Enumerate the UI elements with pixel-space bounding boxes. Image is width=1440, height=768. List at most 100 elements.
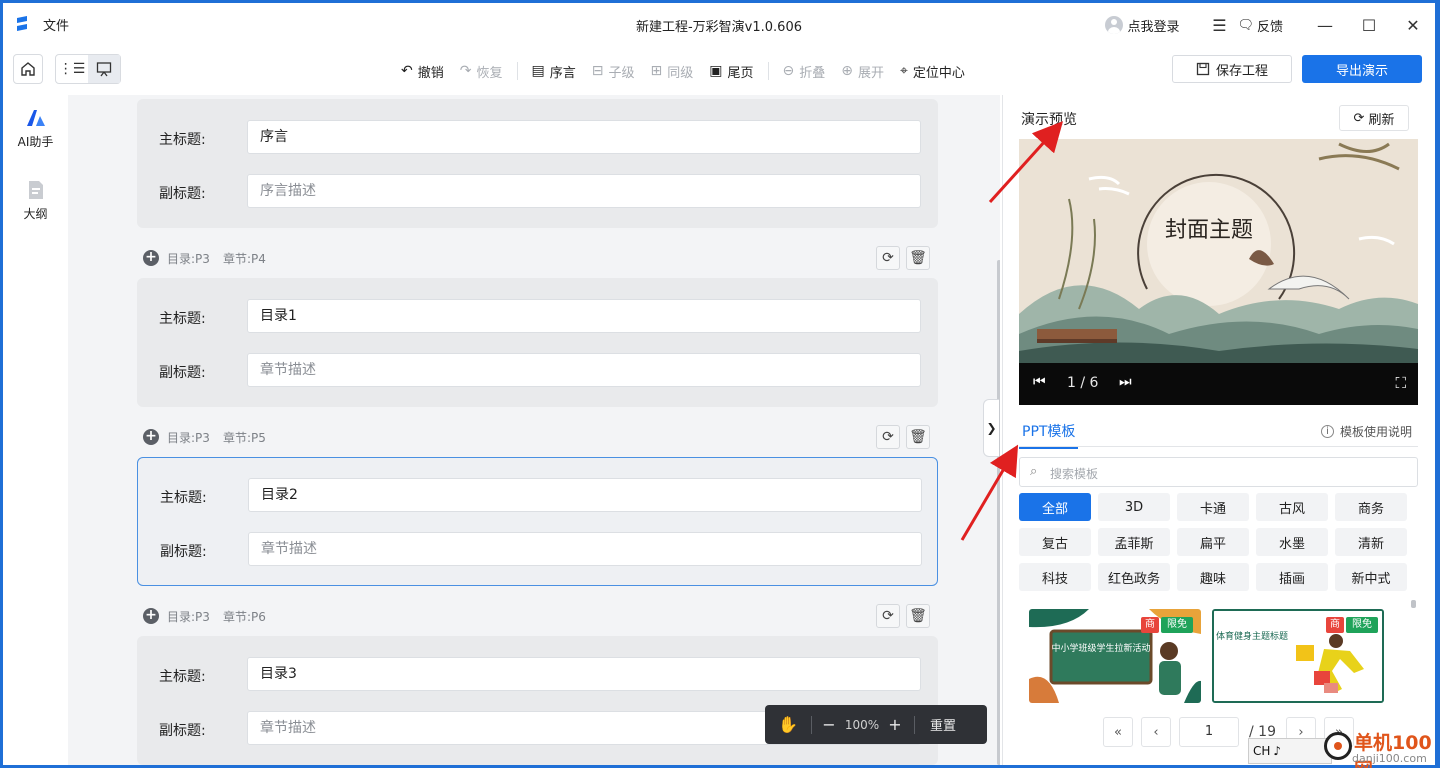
view-toggle: ⋮☰ xyxy=(55,54,121,84)
outline-card-selected[interactable]: 主标题: 目录2 副标题: 章节描述 xyxy=(137,457,938,586)
child-label: 子级 xyxy=(608,65,635,81)
login-label: 点我登录 xyxy=(1127,19,1180,35)
outline-card[interactable]: 主标题: 序言 副标题: 序言描述 xyxy=(137,99,938,228)
category-chip[interactable]: 全部 xyxy=(1019,493,1091,521)
category-chip[interactable]: 卡通 xyxy=(1177,493,1249,521)
menu-icon[interactable]: ☰ xyxy=(1201,16,1237,35)
sub-title-input[interactable]: 章节描述 xyxy=(248,532,922,566)
category-chip[interactable]: 商务 xyxy=(1335,493,1407,521)
page-input[interactable]: 1 xyxy=(1179,717,1239,747)
category-chip[interactable]: 红色政务 xyxy=(1098,563,1170,591)
ai-assistant-tab[interactable]: AI助手 xyxy=(3,107,68,150)
prev-page-icon[interactable]: ‹ xyxy=(1141,717,1171,747)
maximize-button[interactable]: ☐ xyxy=(1347,3,1391,47)
template-card[interactable]: 中小学班级学生拉新活动 商 限免 xyxy=(1029,609,1201,703)
outline-view-button[interactable]: ⋮☰ xyxy=(56,55,88,83)
first-slide-icon[interactable]: ⏮ xyxy=(1033,374,1046,390)
editor-scrollbar[interactable] xyxy=(997,260,1000,765)
main-title-input[interactable]: 目录1 xyxy=(247,299,921,333)
category-chip[interactable]: 扁平 xyxy=(1177,528,1249,556)
refresh-button[interactable]: ⟳ 刷新 xyxy=(1339,105,1409,131)
first-page-icon[interactable]: « xyxy=(1103,717,1133,747)
outline-card[interactable]: 主标题: 目录3 副标题: 章节描述 xyxy=(137,636,938,765)
refresh-icon: ⟳ xyxy=(1353,110,1365,126)
category-chip[interactable]: 古风 xyxy=(1256,493,1328,521)
next-slide-icon[interactable]: ⏭ xyxy=(1119,374,1132,390)
preface-button[interactable]: ▤ 序言 xyxy=(524,62,584,81)
category-chip[interactable]: 科技 xyxy=(1019,563,1091,591)
category-chip[interactable]: 复古 xyxy=(1019,528,1091,556)
sub-title-input[interactable]: 序言描述 xyxy=(247,174,921,208)
app-window: 文件 新建工程-万彩智演v1.0.606 点我登录 ☰ 🗨 反馈 — ☐ ✕ ⋮… xyxy=(3,3,1435,765)
child-button[interactable]: ⊟ 子级 xyxy=(584,62,643,81)
feedback-button[interactable]: 🗨 反馈 xyxy=(1237,16,1283,35)
template-help-link[interactable]: i 模板使用说明 xyxy=(1320,423,1412,440)
undo-button[interactable]: ↶ 撤销 xyxy=(393,62,452,81)
save-project-button[interactable]: 保存工程 xyxy=(1172,55,1292,83)
presentation-view-button[interactable] xyxy=(88,55,120,83)
main-title-input[interactable]: 目录2 xyxy=(248,478,922,512)
edit-tools: ↶ 撤销 ↷ 恢复 ▤ 序言 ⊟ 子级 ⊞ 同级 ▣ 尾页 ⊖ 折叠 ⊕ 展开 ⌖ 定位中心 xyxy=(393,47,973,95)
slide-preview[interactable]: 封面主题 xyxy=(1019,139,1418,363)
zoom-reset-button[interactable]: 重置 xyxy=(915,715,971,734)
main-title-input[interactable]: 目录3 xyxy=(247,657,921,691)
sibling-button[interactable]: ⊞ 同级 xyxy=(643,62,702,81)
fullscreen-icon[interactable]: ⛶ xyxy=(1395,374,1406,392)
locate-label: 定位中心 xyxy=(912,65,965,81)
right-panel: 演示预览 ⟳ 刷新 封面主题 ⏮ 1 / 6 ⏭ ⛶ PPT模板 i 模板使用说… xyxy=(1002,95,1435,765)
home-button[interactable] xyxy=(13,54,43,84)
main-title-input[interactable]: 序言 xyxy=(247,120,921,154)
replace-icon[interactable]: ⟳ xyxy=(876,425,900,449)
panel-collapse-handle[interactable]: ❯ xyxy=(983,399,999,457)
chapter-page: 章节:P6 xyxy=(223,610,266,624)
outline-card[interactable]: 主标题: 目录1 副标题: 章节描述 xyxy=(137,278,938,407)
hand-tool-icon[interactable]: ✋ xyxy=(765,715,811,734)
ime-indicator[interactable]: CH ♪ xyxy=(1248,738,1332,764)
replace-icon[interactable]: ⟳ xyxy=(876,604,900,628)
template-search[interactable]: ⌕ 搜索模板 xyxy=(1019,457,1418,487)
add-icon[interactable]: + xyxy=(143,429,159,445)
catalog-page: 目录:P3 xyxy=(167,252,210,266)
delete-icon[interactable]: 🗑 xyxy=(906,246,930,270)
close-button[interactable]: ✕ xyxy=(1391,3,1435,47)
outline-tab[interactable]: 大纲 xyxy=(3,179,68,222)
main-title-label: 主标题: xyxy=(159,311,206,327)
redo-label: 恢复 xyxy=(476,65,503,81)
sub-title-label: 副标题: xyxy=(159,365,206,381)
business-badge: 商 xyxy=(1141,617,1159,633)
category-chip[interactable]: 水墨 xyxy=(1256,528,1328,556)
template-title: 体育健身主题标题 xyxy=(1216,630,1288,642)
category-chip[interactable]: 新中式 xyxy=(1335,563,1407,591)
preface-icon: ▤ xyxy=(531,63,545,79)
toolbar: ⋮☰ ↶ 撤销 ↷ 恢复 ▤ 序言 ⊟ 子级 ⊞ 同级 ▣ 尾页 ⊖ 折叠 ⊕ 展开 ⌖ 定位中心… xyxy=(3,47,1435,95)
add-icon[interactable]: + xyxy=(143,250,159,266)
category-chip[interactable]: 清新 xyxy=(1335,528,1407,556)
expand-button[interactable]: ⊕ 展开 xyxy=(833,62,892,81)
sub-title-input[interactable]: 章节描述 xyxy=(247,353,921,387)
zoom-in-icon[interactable]: + xyxy=(884,715,906,734)
locate-center-button[interactable]: ⌖ 定位中心 xyxy=(892,62,973,81)
search-input[interactable]: 搜索模板 xyxy=(1050,465,1098,482)
minimize-button[interactable]: — xyxy=(1303,3,1347,47)
redo-button[interactable]: ↷ 恢复 xyxy=(452,62,511,81)
zoom-out-icon[interactable]: − xyxy=(818,715,840,734)
tab-ppt-templates[interactable]: PPT模板 xyxy=(1019,421,1079,449)
ai-assistant-label: AI助手 xyxy=(17,135,54,149)
delete-icon[interactable]: 🗑 xyxy=(906,604,930,628)
template-card[interactable]: 体育健身主题标题 商 限免 xyxy=(1212,609,1384,703)
category-chip[interactable]: 3D xyxy=(1098,493,1170,521)
delete-icon[interactable]: 🗑 xyxy=(906,425,930,449)
template-scrollbar[interactable] xyxy=(1411,600,1416,608)
outline-editor: 主标题: 序言 副标题: 序言描述 + 目录:P3 章节:P4 ⟳ 🗑 主标题:… xyxy=(68,95,1000,765)
category-chip[interactable]: 插画 xyxy=(1256,563,1328,591)
sub-title-label: 副标题: xyxy=(159,186,206,202)
category-chip[interactable]: 趣味 xyxy=(1177,563,1249,591)
ending-page-button[interactable]: ▣ 尾页 xyxy=(701,62,761,81)
ending-page-icon: ▣ xyxy=(709,63,723,79)
collapse-button[interactable]: ⊖ 折叠 xyxy=(775,62,834,81)
replace-icon[interactable]: ⟳ xyxy=(876,246,900,270)
category-chip[interactable]: 孟菲斯 xyxy=(1098,528,1170,556)
login-button[interactable]: 点我登录 xyxy=(1105,16,1179,35)
add-icon[interactable]: + xyxy=(143,608,159,624)
export-button[interactable]: 导出演示 xyxy=(1302,55,1422,83)
